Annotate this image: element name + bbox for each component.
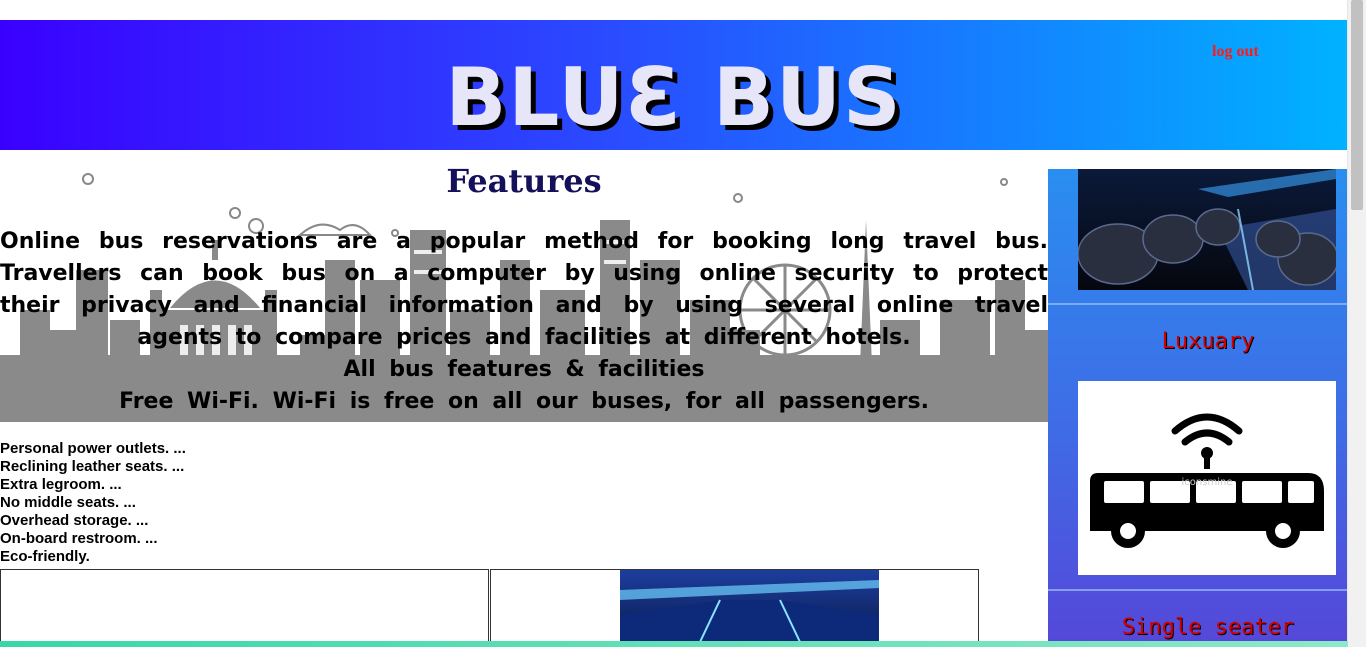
image-watermark: iconsmine — [1182, 477, 1233, 488]
site-header: BLUƐ BUS log out — [0, 20, 1348, 150]
site-logo: BLUƐ BUS — [445, 51, 903, 144]
sidebar-label-single-seater: Single seater — [1121, 615, 1295, 640]
list-item: Reclining leather seats. ... — [0, 458, 185, 475]
features-subtitle: All bus features & facilities — [343, 357, 705, 382]
list-item: Personal power outlets. ... — [0, 440, 186, 457]
list-item: Extra legroom. ... — [0, 476, 122, 493]
page-title: Features — [446, 162, 602, 200]
top-strip — [0, 0, 1348, 20]
vertical-scrollbar[interactable] — [1347, 0, 1366, 647]
scrollbar-thumb[interactable] — [1351, 0, 1363, 210]
sidebar-divider — [1048, 589, 1348, 591]
bus-wifi-icon-image: iconsmine — [1078, 381, 1336, 575]
list-item: Eco-friendly. — [0, 548, 90, 565]
wifi-feature-line: Free Wi-Fi. Wi-Fi is free on all our bus… — [119, 389, 929, 414]
bus-interior-photo — [1078, 169, 1336, 290]
sidebar: Luxuary iconsmine Single seater — [1048, 169, 1348, 647]
list-item: Overhead storage. ... — [0, 512, 149, 529]
sidebar-label-luxury: Luxuary — [1161, 329, 1255, 354]
features-section: Features Online bus reservations are a p… — [0, 150, 1048, 647]
bottom-bar — [0, 641, 1348, 647]
features-list: Personal power outlets. ... Reclining le… — [0, 440, 186, 566]
logout-link[interactable]: log out — [1212, 43, 1259, 61]
gallery-card-left — [0, 569, 489, 647]
intro-paragraph: Online bus reservations are a popular me… — [0, 229, 1048, 350]
list-item: On-board restroom. ... — [0, 530, 158, 547]
sidebar-divider — [1048, 303, 1348, 305]
intro-block: Online bus reservations are a popular me… — [0, 226, 1048, 418]
list-item: No middle seats. ... — [0, 494, 136, 511]
gallery-card-right — [490, 569, 979, 647]
bus-interior-photo-lit — [620, 570, 879, 642]
